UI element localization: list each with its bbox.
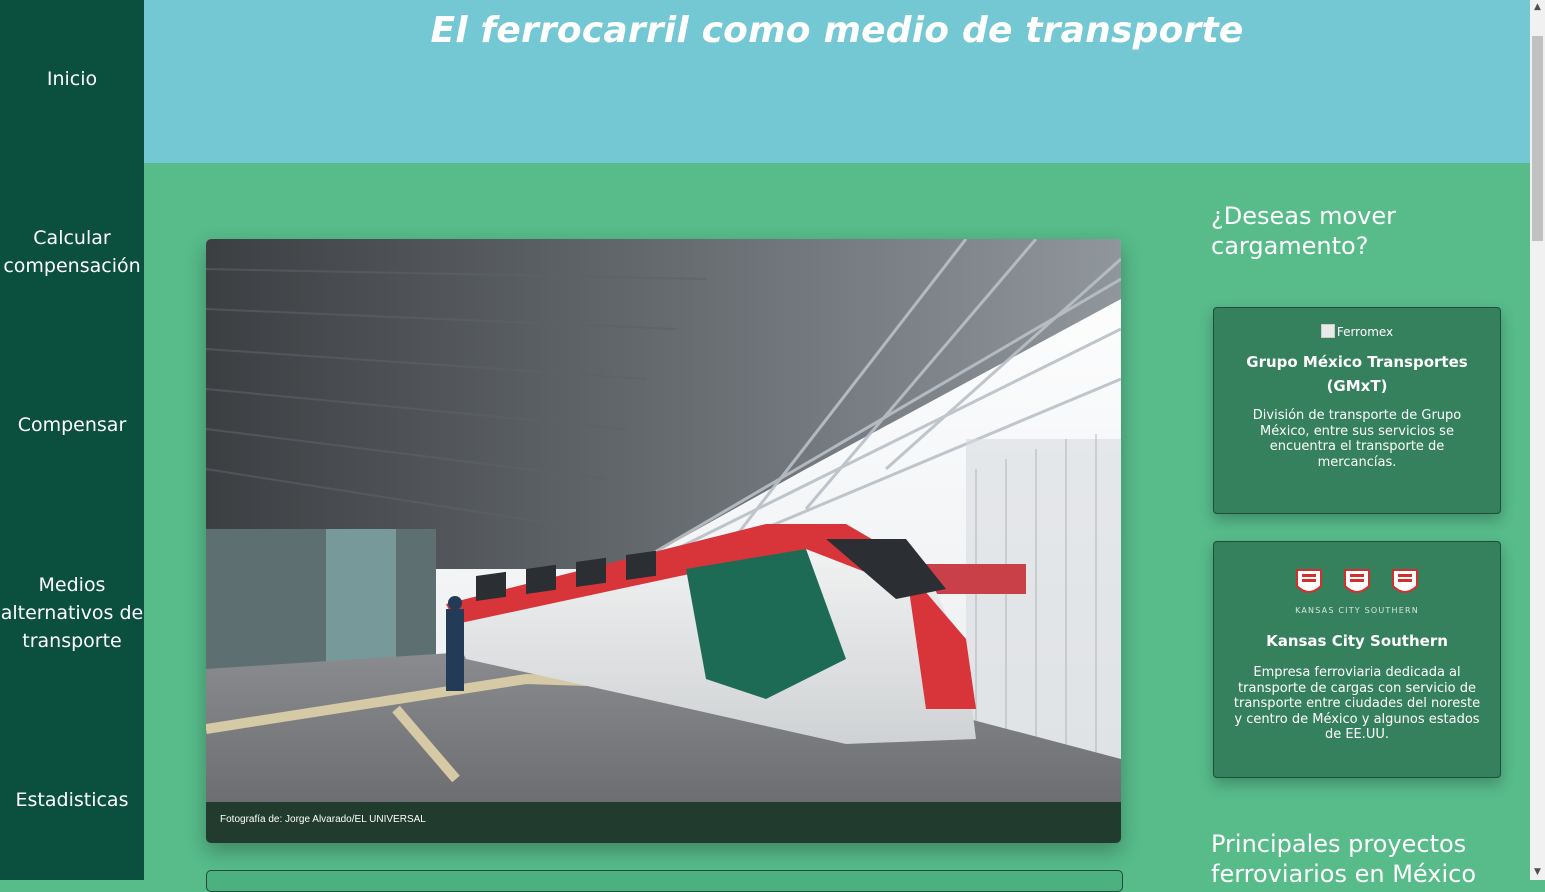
company-card-gmxt[interactable]: Ferromex Grupo México Transportes (GMxT)… — [1213, 307, 1501, 514]
nav-item-calcular-compensacion[interactable]: Calcular compensación — [0, 224, 144, 280]
broken-image-icon — [1320, 324, 1335, 338]
aside-heading-cargo: ¿Deseas mover cargamento? — [1211, 202, 1396, 260]
aside-heading-projects: Principales proyectos ferroviarios en Mé… — [1211, 830, 1477, 888]
train-station-photo — [206, 239, 1121, 802]
card-name: Kansas City Southern — [1266, 632, 1448, 650]
next-section-card — [206, 870, 1123, 892]
card-description: Empresa ferroviaria dedicada al transpor… — [1233, 665, 1481, 742]
main-content: Fotografía de: Jorge Alvarado/EL UNIVERS… — [144, 163, 1530, 892]
kcs-logo-icon — [1296, 569, 1418, 593]
ferromex-logo-alt: Ferromex — [1336, 325, 1394, 339]
scroll-thumb[interactable] — [1532, 36, 1543, 241]
kcs-logo-text: KANSAS CITY SOUTHERN — [1295, 606, 1419, 615]
nav-item-medios-alternativos[interactable]: Medios alternativos de transporte — [0, 571, 144, 655]
ferromex-logo: Ferromex — [1320, 324, 1394, 339]
scroll-up-arrow-icon[interactable]: ▲ — [1530, 0, 1545, 15]
page-title: El ferrocarril como medio de transporte — [430, 10, 1244, 51]
sidebar: Inicio Calcular compensación Compensar M… — [0, 0, 144, 880]
card-description: División de transporte de Grupo México, … — [1252, 408, 1462, 470]
vertical-scrollbar[interactable]: ▲ ▼ — [1530, 0, 1545, 880]
nav-item-compensar[interactable]: Compensar — [0, 411, 144, 439]
nav-item-inicio[interactable]: Inicio — [0, 65, 144, 93]
photo-card: Fotografía de: Jorge Alvarado/EL UNIVERS… — [206, 239, 1121, 843]
scroll-down-arrow-icon[interactable]: ▼ — [1530, 865, 1545, 880]
photo-caption: Fotografía de: Jorge Alvarado/EL UNIVERS… — [220, 814, 426, 825]
company-card-kcs[interactable]: KANSAS CITY SOUTHERN Kansas City Souther… — [1213, 541, 1501, 778]
card-name: Grupo México Transportes (GMxT) — [1246, 353, 1468, 395]
page-header: El ferrocarril como medio de transporte — [144, 0, 1530, 163]
nav-item-estadisticas[interactable]: Estadisticas — [0, 786, 144, 814]
